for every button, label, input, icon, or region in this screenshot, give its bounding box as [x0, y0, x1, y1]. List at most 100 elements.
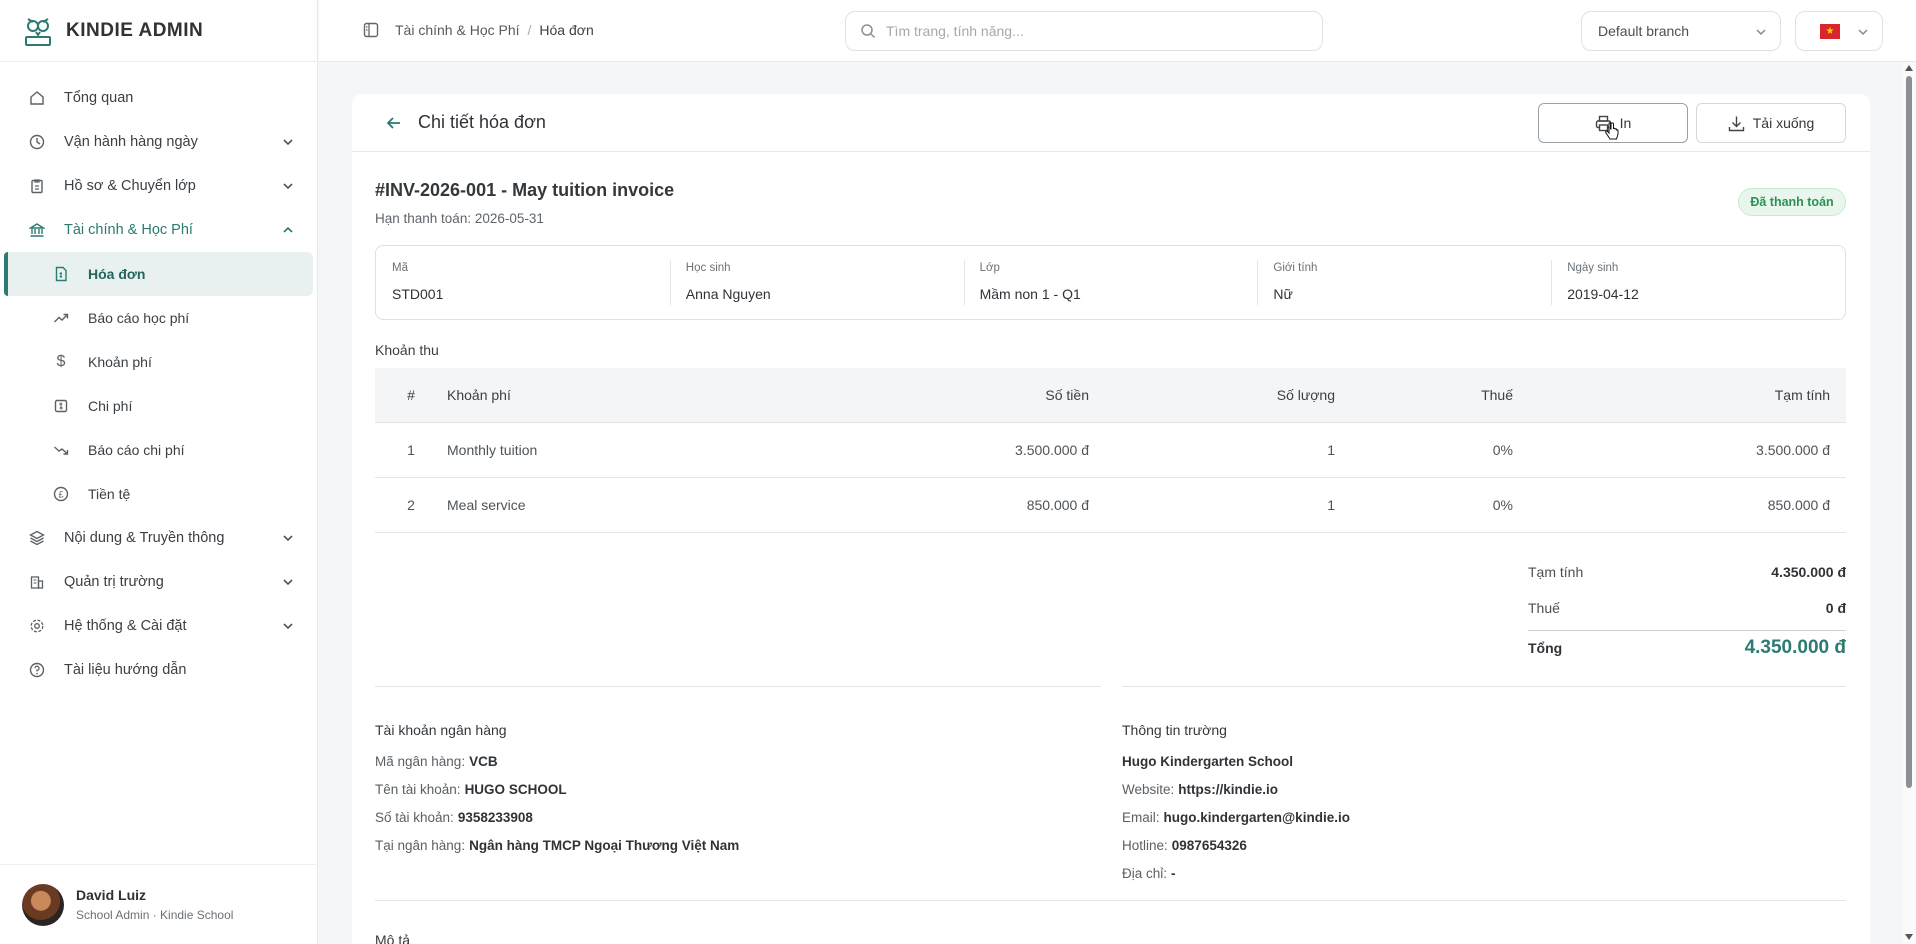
- sidebar-subitem-fees[interactable]: $ Khoản phí: [0, 340, 317, 384]
- sidebar-subitem-label: Hóa đơn: [88, 266, 146, 282]
- info-cell-student: Học sinh Anna Nguyen: [669, 246, 964, 319]
- school-hotline-line: Hotline: 0987654326: [1122, 831, 1350, 859]
- sidebar-subitem-invoices[interactable]: Hóa đơn: [4, 252, 313, 296]
- sidebar-subitem-fee-report[interactable]: Báo cáo học phí: [0, 296, 317, 340]
- table-cell: Meal service: [447, 497, 526, 513]
- table-cell: 0%: [1492, 442, 1513, 458]
- school-heading: Thông tin trường: [1122, 722, 1227, 738]
- divider: [375, 686, 1101, 687]
- sidebar-item-settings[interactable]: Hệ thống & Cài đặt: [0, 604, 317, 648]
- download-button[interactable]: Tải xuống: [1696, 103, 1846, 143]
- owl-logo-icon: [25, 17, 51, 46]
- website-label: Website:: [1122, 781, 1175, 797]
- sidebar-item-label: Tài liệu hướng dẫn: [64, 662, 187, 678]
- tax-label: Thuế: [1528, 600, 1560, 616]
- column-header: Số tiền: [1045, 387, 1089, 403]
- info-label: Ngày sinh: [1567, 262, 1619, 274]
- sidebar-item-label: Hệ thống & Cài đặt: [64, 618, 187, 634]
- clock-icon: [28, 133, 46, 151]
- total-value: 4.350.000 đ: [1744, 637, 1846, 658]
- currency-icon: £: [52, 485, 70, 503]
- account-name-label: Tên tài khoản:: [375, 781, 461, 797]
- sidebar-subitem-label: Báo cáo học phí: [88, 310, 190, 326]
- search-icon: [861, 24, 876, 39]
- totals-summary: Tạm tính 4.350.000 đ Thuế 0 đ Tổng 4.350…: [1528, 554, 1846, 659]
- divider: [375, 900, 1846, 901]
- info-cell-code: Mã STD001: [376, 246, 670, 319]
- section-label-items: Khoản thu: [375, 342, 439, 358]
- school-address-line: Địa chỉ: -: [1122, 859, 1350, 887]
- invoice-due-date: Hạn thanh toán: 2026-05-31: [375, 211, 544, 226]
- bank-icon: [28, 221, 46, 239]
- invoice-title: #INV-2026-001 - May tuition invoice: [375, 180, 675, 200]
- scrollbar-thumb[interactable]: [1906, 76, 1912, 788]
- branch-select[interactable]: Default branch: [1581, 11, 1781, 51]
- tax-value: 0 đ: [1825, 600, 1846, 616]
- school-email-line: Email: hugo.kindergarten@kindie.io: [1122, 803, 1350, 831]
- sidebar-item-finance[interactable]: Tài chính & Học Phí: [0, 208, 317, 252]
- account-number-value: 9358233908: [457, 809, 533, 825]
- account-number-line: Số tài khoản: 9358233908: [375, 803, 739, 831]
- chevron-down-icon: [283, 579, 293, 586]
- sidebar-item-school-admin[interactable]: Quản trị trường: [0, 560, 317, 604]
- trending-down-icon: [52, 441, 70, 459]
- divider: [1122, 686, 1846, 687]
- sidebar-item-overview[interactable]: Tổng quan: [0, 76, 317, 120]
- table-cell: 850.000 đ: [1767, 497, 1830, 513]
- breadcrumb-separator: /: [527, 22, 532, 38]
- chevron-down-icon: [283, 623, 293, 630]
- info-cell-class: Lớp Mầm non 1 - Q1: [963, 246, 1258, 319]
- status-badge: Đã thanh toán: [1738, 188, 1846, 216]
- breadcrumb-finance[interactable]: Tài chính & Học Phí: [395, 22, 520, 38]
- sidebar-subitem-expenses[interactable]: Chi phí: [0, 384, 317, 428]
- scroll-down-icon[interactable]: [1905, 934, 1913, 940]
- search-box[interactable]: [845, 11, 1323, 51]
- trending-up-icon: [52, 309, 70, 327]
- column-header: Khoản phí: [447, 387, 511, 403]
- user-profile[interactable]: David Luiz School Admin · Kindie School: [0, 864, 318, 944]
- subtotal-value: 4.350.000 đ: [1771, 564, 1846, 580]
- table-cell: 2: [407, 497, 415, 513]
- page-scrollbar[interactable]: [1902, 62, 1916, 944]
- sidebar-toggle-icon[interactable]: [363, 22, 379, 38]
- bank-name-line: Tại ngân hàng: Ngân hàng TMCP Ngoại Thươ…: [375, 831, 739, 859]
- vietnam-flag-icon: ★: [1820, 24, 1840, 39]
- gear-icon: [28, 617, 46, 635]
- scroll-up-icon[interactable]: [1905, 65, 1913, 71]
- bank-code-line: Mã ngân hàng: VCB: [375, 747, 739, 775]
- help-circle-icon: [28, 661, 46, 679]
- sidebar-item-records[interactable]: Hồ sơ & Chuyển lớp: [0, 164, 317, 208]
- user-name: David Luiz: [76, 887, 147, 903]
- user-role: School Admin · Kindie School: [76, 908, 234, 922]
- branch-select-value: Default branch: [1598, 23, 1690, 39]
- chevron-down-icon: [283, 139, 293, 146]
- student-info-box: Mã STD001 Học sinh Anna Nguyen Lớp Mầm n…: [375, 245, 1846, 320]
- sidebar-subitem-currency[interactable]: £ Tiền tệ: [0, 472, 317, 516]
- back-arrow-icon[interactable]: [384, 113, 404, 133]
- sidebar-item-content[interactable]: Nội dung & Truyền thông: [0, 516, 317, 560]
- email-value: hugo.kindergarten@kindie.io: [1163, 809, 1350, 825]
- address-value: -: [1171, 865, 1176, 881]
- bank-name-value: Ngân hàng TMCP Ngoại Thương Việt Nam: [469, 837, 740, 853]
- sidebar-subitem-label: Tiền tệ: [88, 486, 131, 502]
- brand-name: KINDIE ADMIN: [66, 19, 204, 41]
- account-name-value: HUGO SCHOOL: [464, 781, 567, 797]
- sidebar-item-label: Nội dung & Truyền thông: [64, 530, 225, 546]
- brand[interactable]: KINDIE ADMIN: [0, 0, 317, 62]
- account-number-label: Số tài khoản:: [375, 809, 454, 825]
- sidebar-subitem-label: Khoản phí: [88, 354, 152, 370]
- column-header: Thuế: [1481, 387, 1513, 403]
- language-select[interactable]: ★: [1795, 11, 1883, 51]
- column-header: Số lượng: [1276, 387, 1335, 403]
- info-cell-birthdate: Ngày sinh 2019-04-12: [1551, 246, 1845, 319]
- hotline-label: Hotline:: [1122, 837, 1168, 853]
- sidebar-item-docs[interactable]: Tài liệu hướng dẫn: [0, 648, 317, 692]
- hotline-value: 0987654326: [1171, 837, 1247, 853]
- bank-code-value: VCB: [469, 753, 498, 769]
- website-link[interactable]: https://kindie.io: [1178, 782, 1278, 797]
- invoice-detail-card: Chi tiết hóa đơn In Tải xuống #INV-2026-…: [352, 94, 1870, 944]
- sidebar-subitem-expense-report[interactable]: Báo cáo chi phí: [0, 428, 317, 472]
- invoice-items-table: # Khoản phí Số tiền Số lượng Thuế Tạm tí…: [375, 368, 1846, 533]
- search-input[interactable]: [886, 23, 1306, 39]
- sidebar-item-daily-ops[interactable]: Vận hành hàng ngày: [0, 120, 317, 164]
